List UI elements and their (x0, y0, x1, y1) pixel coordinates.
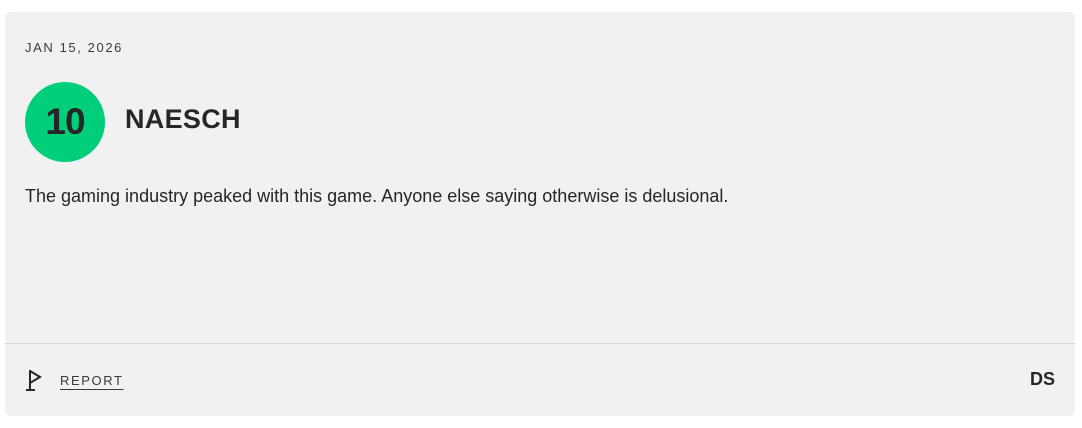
flag-icon (25, 367, 45, 393)
review-card: JAN 15, 2026 10 NAESCH The gaming indust… (5, 12, 1075, 416)
score-badge: 10 (25, 82, 105, 162)
review-date: JAN 15, 2026 (25, 40, 123, 55)
report-button[interactable]: REPORT (25, 367, 124, 393)
report-label[interactable]: REPORT (60, 373, 124, 388)
platform-label: DS (1029, 369, 1055, 389)
review-text: The gaming industry peaked with this gam… (25, 186, 729, 206)
footer-divider (5, 343, 1075, 344)
reviewer-username: NAESCH (125, 104, 241, 134)
